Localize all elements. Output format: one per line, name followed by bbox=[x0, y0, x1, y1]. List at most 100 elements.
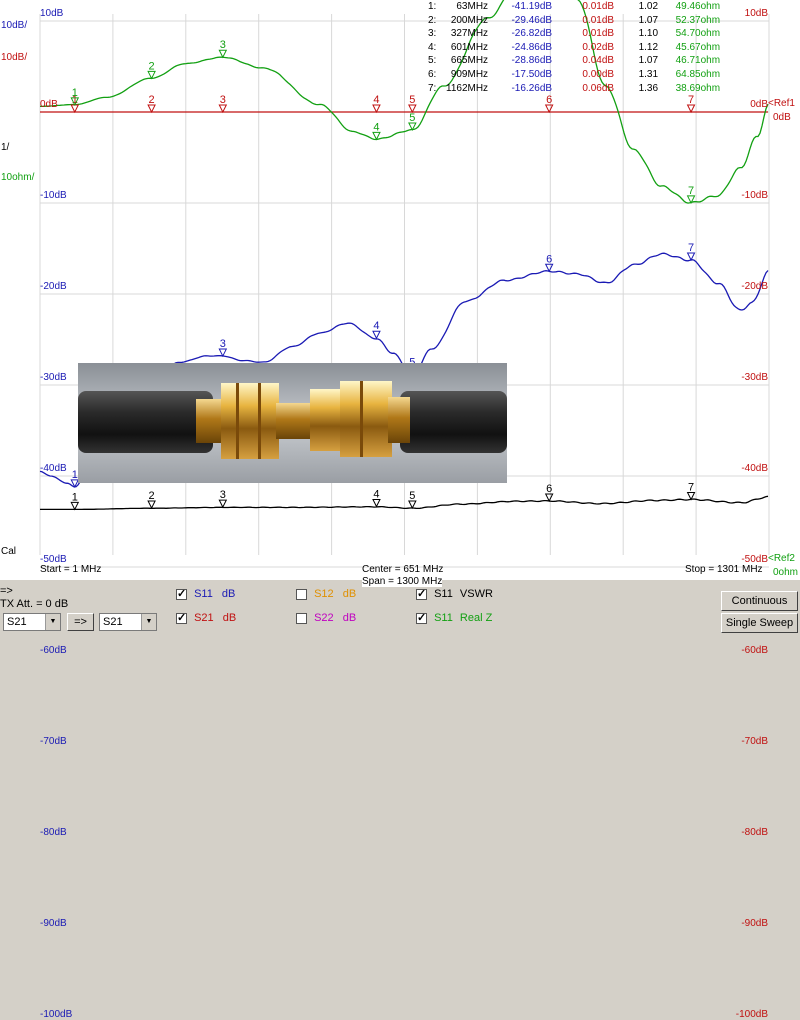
marker-cell: -16.26dB bbox=[511, 82, 553, 94]
marker-cell: 1.07 bbox=[638, 14, 659, 26]
y-tick-right: 10dB bbox=[744, 8, 768, 19]
checkbox-box[interactable] bbox=[416, 587, 427, 600]
marker-triangle bbox=[218, 348, 228, 358]
marker-cell: 2: bbox=[428, 14, 437, 26]
checkbox-s11-vswr[interactable]: S11 VSWR bbox=[416, 587, 493, 600]
marker-label: 6 bbox=[546, 94, 552, 106]
marker-triangle bbox=[70, 501, 80, 511]
checkbox-box[interactable] bbox=[416, 611, 427, 624]
param-select-1[interactable]: S21 ▼ bbox=[3, 613, 61, 631]
marker-readout-table: 1: 63MHz -41.19dB 0.01dB 1.02 49.46ohm 2: 200MH… bbox=[428, 0, 720, 95]
marker-triangle bbox=[686, 252, 696, 262]
scale-1-label: 1/ bbox=[1, 142, 10, 153]
marker-cell: 0.00dB bbox=[582, 68, 615, 80]
checkbox-s11-db[interactable]: S11 dB bbox=[176, 587, 235, 600]
marker-cell: -41.19dB bbox=[511, 1, 553, 12]
ref-value-0ohm: 0ohm bbox=[773, 567, 799, 578]
y-tick-right: -60dB bbox=[741, 645, 768, 656]
marker-label: 1 bbox=[72, 87, 78, 99]
marker-label: 4 bbox=[373, 94, 379, 106]
marker-label: 6 bbox=[546, 253, 552, 265]
left-scale-blue: 10dB/ bbox=[1, 20, 28, 31]
marker-triangle bbox=[147, 500, 156, 510]
marker-cell: 46.71ohm bbox=[675, 55, 721, 67]
checkbox-s12-db[interactable]: S12 dB bbox=[296, 588, 356, 600]
marker-cell: 49.46ohm bbox=[675, 1, 721, 12]
marker-cell: -17.50dB bbox=[511, 68, 553, 80]
checkbox-s11-realz[interactable]: S11 Real Z bbox=[416, 611, 492, 624]
marker-cell: 7: bbox=[428, 82, 437, 94]
marker-cell: 63MHz bbox=[456, 1, 489, 12]
marker-label: 4 bbox=[373, 121, 379, 133]
marker-cell: 5: bbox=[428, 55, 437, 67]
marker-cell: 665MHz bbox=[450, 55, 489, 67]
marker-label: 5 bbox=[409, 112, 415, 124]
marker-cell: 0.06dB bbox=[582, 82, 615, 94]
marker-label: 7 bbox=[688, 242, 694, 254]
marker-label: 7 bbox=[688, 185, 694, 197]
marker-triangle bbox=[372, 499, 381, 508]
marker-cell: 1.12 bbox=[638, 41, 659, 53]
single-sweep-button[interactable]: Single Sweep bbox=[721, 613, 798, 633]
marker-triangle bbox=[218, 49, 228, 59]
checkbox-box[interactable] bbox=[176, 611, 187, 624]
marker-cell: 0.02dB bbox=[582, 41, 615, 53]
marker-cell: 1.10 bbox=[638, 28, 659, 40]
marker-cell: 0.01dB bbox=[582, 28, 615, 40]
y-tick-right: -40dB bbox=[741, 463, 768, 474]
marker-cell: 1: bbox=[428, 1, 437, 12]
span-label: Span = 1300 MHz bbox=[362, 576, 443, 587]
marker-row: 7: 1162MHz -16.26dB 0.06dB 1.36 38.69ohm bbox=[428, 82, 720, 96]
marker-label: 5 bbox=[409, 490, 415, 502]
marker-label: 3 bbox=[220, 489, 226, 501]
continuous-button[interactable]: Continuous bbox=[721, 591, 798, 611]
checkbox-box[interactable] bbox=[176, 587, 187, 600]
marker-label: 6 bbox=[546, 483, 552, 495]
arrow-indicator: => bbox=[0, 585, 13, 597]
marker-label: 7 bbox=[688, 94, 694, 106]
marker-cell: 1162MHz bbox=[446, 82, 489, 94]
marker-cell: 1.31 bbox=[638, 68, 659, 80]
marker-label: 3 bbox=[220, 338, 226, 350]
marker-cell: 909MHz bbox=[450, 68, 489, 80]
marker-triangle bbox=[372, 330, 381, 340]
marker-cell: -29.46dB bbox=[511, 14, 553, 26]
marker-triangle bbox=[372, 104, 381, 114]
marker-cell: -26.82dB bbox=[511, 28, 553, 40]
marker-triangle bbox=[686, 104, 696, 114]
marker-label: 2 bbox=[149, 94, 155, 106]
marker-cell: 38.69ohm bbox=[675, 82, 721, 94]
marker-row: 1: 63MHz -41.19dB 0.01dB 1.02 49.46ohm bbox=[428, 0, 720, 14]
marker-label: 1 bbox=[72, 469, 78, 481]
y-tick-left: -20dB bbox=[40, 281, 67, 292]
chevron-down-icon: ▼ bbox=[141, 614, 156, 630]
marker-row: 6: 909MHz -17.50dB 0.00dB 1.31 64.85ohm bbox=[428, 68, 720, 82]
y-tick-left: -100dB bbox=[40, 1009, 73, 1020]
marker-label: 3 bbox=[220, 94, 226, 106]
marker-triangle bbox=[218, 499, 228, 509]
connector-photo bbox=[78, 363, 507, 483]
y-tick-right: -70dB bbox=[741, 736, 768, 747]
marker-cell: 45.67ohm bbox=[675, 41, 721, 53]
marker-label: 4 bbox=[373, 320, 379, 332]
checkbox-s21-db[interactable]: S21 dB bbox=[176, 611, 236, 624]
marker-cell: -24.86dB bbox=[511, 41, 553, 53]
ref-label-realz: <Ref2 bbox=[768, 553, 795, 564]
y-tick-left: -10dB bbox=[40, 190, 67, 201]
checkbox-s22-db[interactable]: S22 dB bbox=[296, 612, 356, 624]
chevron-down-icon: ▼ bbox=[45, 614, 60, 630]
center-freq-label: Center = 651 MHz bbox=[362, 564, 444, 575]
ref-label-s21: <Ref1 bbox=[768, 98, 795, 109]
checkbox-box[interactable] bbox=[296, 612, 307, 624]
marker-cell: 1.07 bbox=[638, 55, 659, 67]
marker-cell: 200MHz bbox=[450, 14, 489, 26]
marker-cell: 54.70ohm bbox=[675, 28, 721, 40]
marker-row: 5: 665MHz -28.86dB 0.04dB 1.07 46.71ohm bbox=[428, 54, 720, 68]
y-tick-right: -80dB bbox=[741, 827, 768, 838]
swap-button[interactable]: => bbox=[67, 613, 94, 631]
y-tick-left: -90dB bbox=[40, 918, 67, 929]
y-tick-left: -30dB bbox=[40, 372, 67, 383]
checkbox-box[interactable] bbox=[296, 588, 307, 600]
param-select-2[interactable]: S21 ▼ bbox=[99, 613, 157, 631]
tx-att-label: TX Att. = 0 dB bbox=[0, 598, 69, 610]
